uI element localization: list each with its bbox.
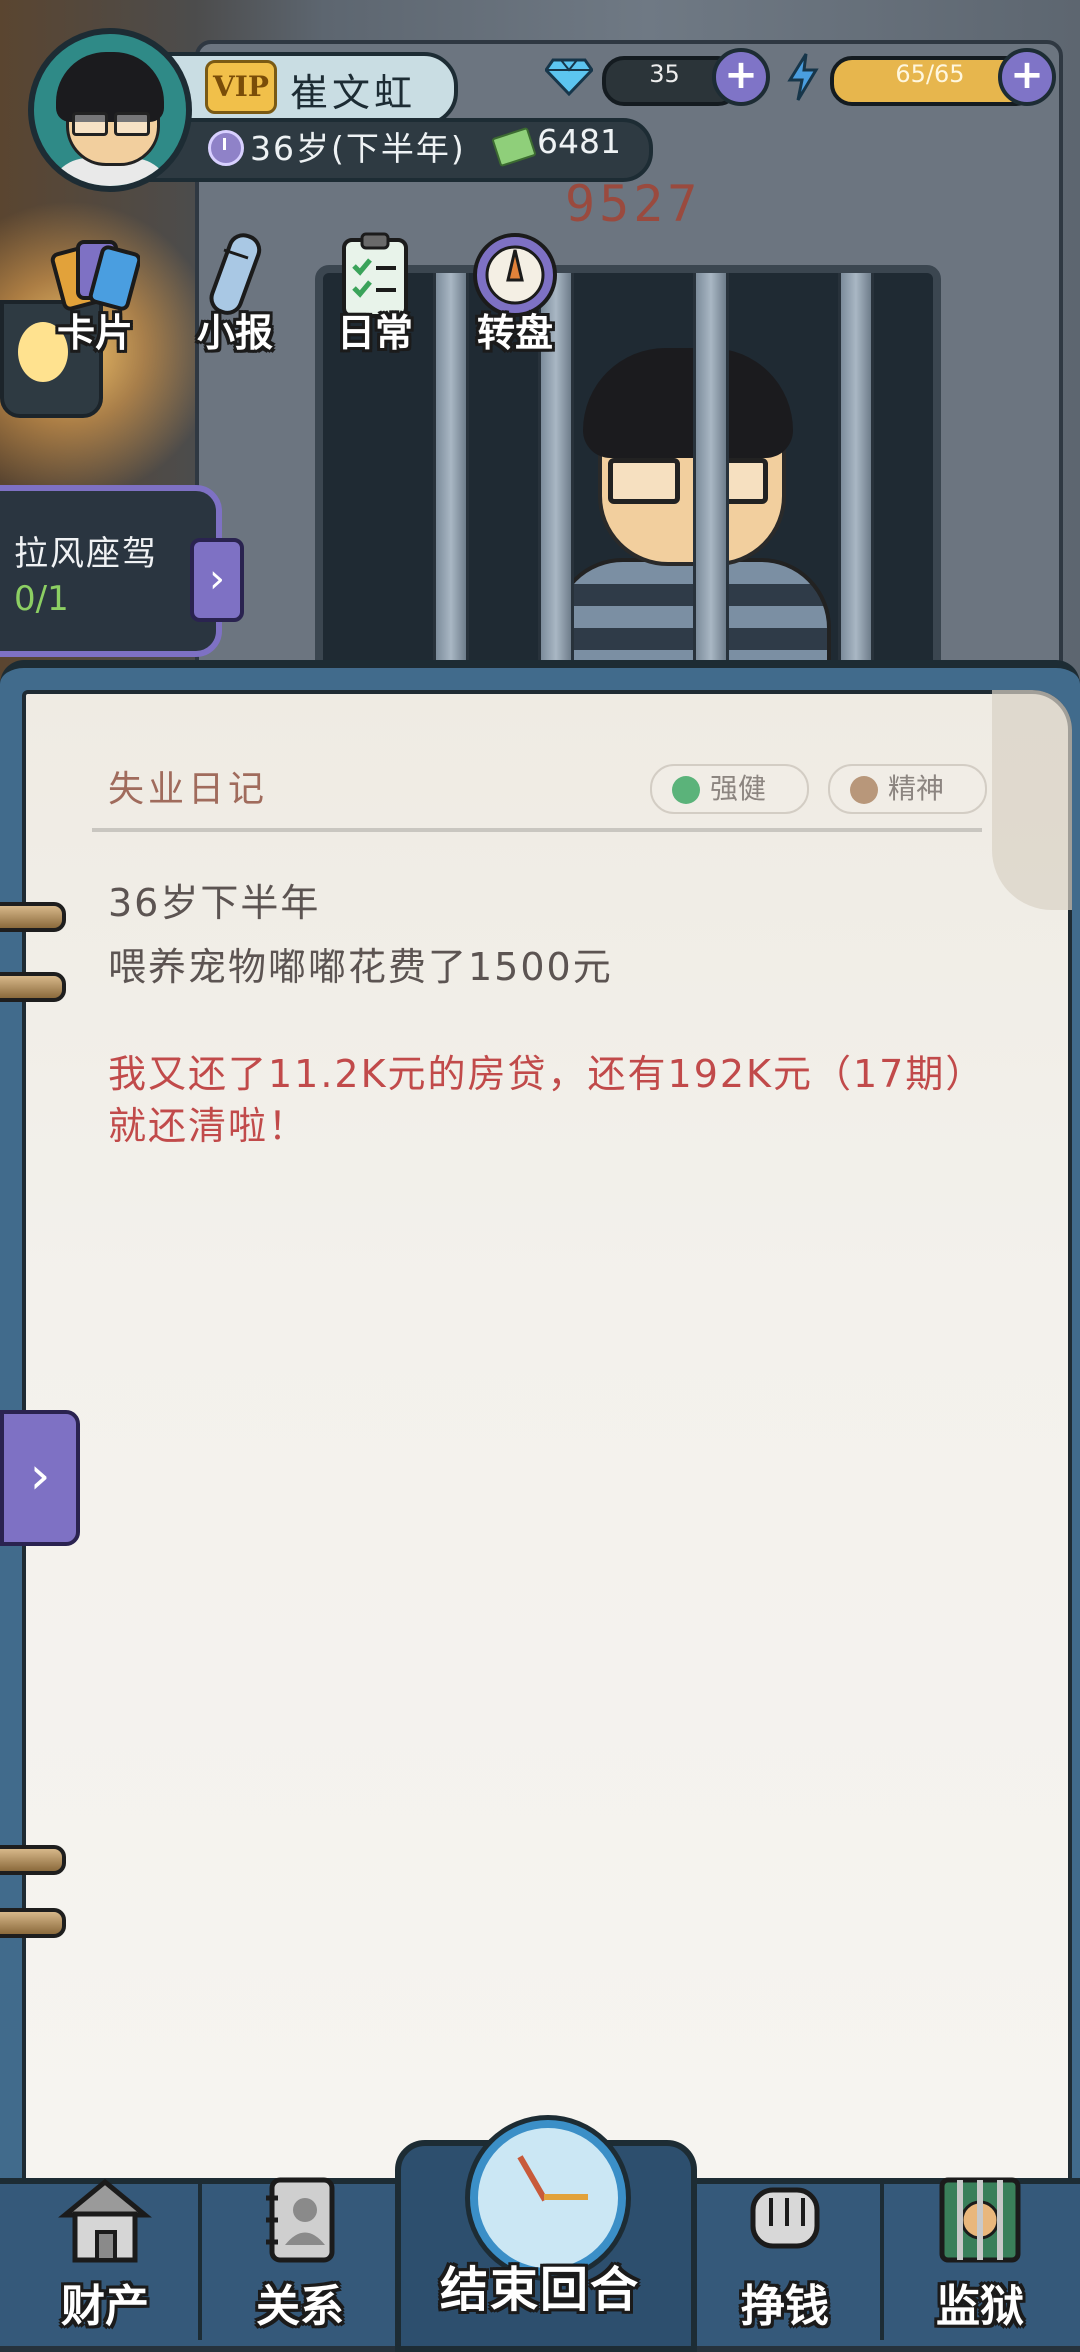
- house-icon: [58, 2178, 152, 2263]
- money-fist-icon: [750, 2187, 820, 2249]
- wheel-button[interactable]: 转盘: [455, 230, 575, 357]
- nav-earn-money-label: 挣钱: [741, 2281, 829, 2332]
- nav-relations[interactable]: 关系: [205, 2170, 395, 2340]
- contacts-icon: [266, 2177, 335, 2263]
- diary-divider: [92, 828, 982, 832]
- energy-value: 65/65: [895, 60, 965, 88]
- diary-highlight: 我又还了11.2K元的房贷，还有192K元（17期）就还清啦！: [108, 1052, 967, 1148]
- daily-button[interactable]: 日常: [315, 230, 435, 357]
- next-page-button[interactable]: ›: [0, 1410, 80, 1546]
- end-turn-label: 结束回合: [439, 2262, 640, 2318]
- trait-tag-strong[interactable]: 强健: [650, 764, 809, 814]
- nav-prison-label: 监狱: [936, 2281, 1024, 2332]
- nav-assets-label: 财产: [61, 2281, 149, 2332]
- nav-divider: [880, 2182, 884, 2340]
- cell-bar: [838, 273, 874, 693]
- cell-number: 9527: [565, 175, 702, 233]
- quest-expand-button[interactable]: ›: [190, 538, 244, 622]
- nav-prison[interactable]: 监狱: [885, 2170, 1075, 2340]
- quest-progress: 0/1: [14, 579, 69, 619]
- diary-title: 失业日记: [108, 769, 269, 810]
- binder-ring: [0, 902, 66, 932]
- quest-panel[interactable]: 拉风座驾 0/1: [0, 485, 222, 657]
- binder-ring: [0, 972, 66, 1002]
- diary-entry: 36岁下半年: [108, 881, 321, 925]
- binder-ring: [0, 1845, 66, 1875]
- trait-tag-label: 精神: [888, 772, 945, 805]
- trait-tag-label: 强健: [710, 772, 767, 805]
- diamond-icon: [545, 58, 593, 96]
- nav-assets[interactable]: 财产: [10, 2170, 200, 2340]
- player-money: 6481: [537, 122, 621, 161]
- player-avatar[interactable]: [28, 28, 192, 192]
- clock-icon: [208, 130, 244, 166]
- player-name: 崔文虹: [290, 71, 417, 115]
- newspaper-button[interactable]: 小报: [175, 230, 295, 357]
- prisoner-character: [553, 348, 831, 693]
- nav-earn-money[interactable]: 挣钱: [690, 2170, 880, 2340]
- add-energy-button[interactable]: +: [998, 48, 1056, 106]
- cell-bar: [693, 273, 729, 693]
- trait-tag-spirit[interactable]: 精神: [828, 764, 987, 814]
- lightning-icon: [787, 53, 819, 101]
- diary-entry: 喂养宠物嘟嘟花费了1500元: [108, 945, 613, 989]
- heart-icon: [850, 776, 878, 804]
- heartbeat-icon: [672, 776, 700, 804]
- binder-ring: [0, 1908, 66, 1938]
- prison-icon: [939, 2177, 1021, 2263]
- quest-title: 拉风座驾: [14, 534, 158, 574]
- nav-relations-label: 关系: [256, 2281, 344, 2332]
- vip-badge[interactable]: VIP: [205, 60, 277, 114]
- add-gems-button[interactable]: +: [712, 48, 770, 106]
- cards-button[interactable]: 卡片: [35, 230, 155, 357]
- gem-count: 35: [649, 60, 680, 88]
- player-age: 36岁(下半年): [250, 129, 466, 168]
